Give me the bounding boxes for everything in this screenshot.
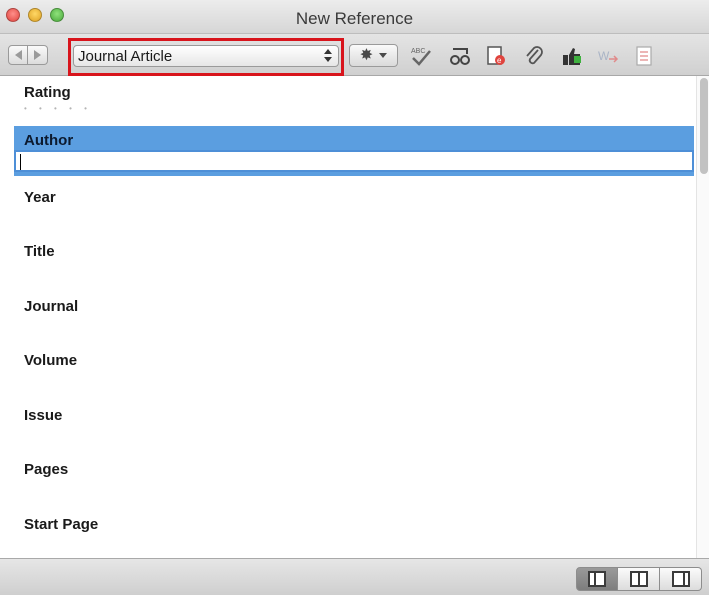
scrollbar-thumb[interactable]: [700, 78, 708, 174]
issue-label[interactable]: Issue: [24, 407, 62, 424]
attach-file-button[interactable]: [522, 44, 546, 68]
pages-label[interactable]: Pages: [24, 461, 68, 478]
author-label: Author: [24, 132, 74, 149]
layout-left-pane-button[interactable]: [576, 567, 618, 591]
rating-stars[interactable]: • • • • •: [24, 104, 92, 113]
gear-icon: ✸: [359, 46, 374, 64]
author-field-selected: Author: [14, 126, 694, 176]
svg-text:W: W: [598, 49, 610, 63]
spell-check-icon: ABC: [411, 48, 431, 66]
open-url-icon: e: [487, 46, 505, 65]
attach-file-icon: [526, 46, 543, 65]
back-button[interactable]: [8, 45, 28, 65]
find-full-text-button[interactable]: [448, 44, 472, 68]
layout-middle-pane-icon: [629, 571, 648, 587]
forward-button[interactable]: [28, 45, 48, 65]
bottom-bar: [0, 558, 709, 595]
spell-check-button[interactable]: ABC: [409, 44, 433, 68]
start-page-label[interactable]: Start Page: [24, 516, 98, 533]
svg-text:e: e: [497, 56, 502, 65]
reference-type-select[interactable]: Journal Article: [73, 45, 339, 67]
select-arrows-icon: [324, 49, 332, 63]
word-icon: W: [598, 49, 619, 63]
title-label[interactable]: Title: [24, 243, 55, 260]
layout-right-pane-icon: [671, 571, 690, 587]
chevron-down-icon: [379, 53, 388, 58]
year-label[interactable]: Year: [24, 189, 56, 206]
toolbar: Journal Article ✸ ABC e W: [0, 34, 709, 76]
cite-in-word-button[interactable]: W: [596, 44, 620, 68]
layout-switcher: [576, 567, 702, 591]
author-input[interactable]: [14, 150, 694, 172]
open-url-button[interactable]: e: [484, 44, 508, 68]
volume-label[interactable]: Volume: [24, 352, 77, 369]
layout-left-pane-icon: [588, 571, 606, 587]
reference-type-value: Journal Article: [78, 48, 173, 65]
notes-button[interactable]: [632, 44, 656, 68]
vertical-scrollbar[interactable]: [696, 76, 709, 558]
actions-menu-button[interactable]: ✸: [349, 44, 398, 67]
rating-label: Rating: [24, 84, 71, 101]
text-caret: [20, 154, 21, 171]
navigation-buttons: [8, 45, 48, 65]
layout-middle-pane-button[interactable]: [618, 567, 660, 591]
reference-fields-pane: Rating • • • • • Author Year Title Journ…: [0, 76, 709, 558]
forward-arrow-icon: [34, 50, 41, 60]
layout-right-pane-button[interactable]: [660, 567, 702, 591]
title-bar: New Reference: [0, 0, 709, 34]
notes-list-icon: [636, 46, 652, 66]
thumbs-up-icon: [563, 48, 581, 65]
svg-text:ABC: ABC: [411, 48, 425, 55]
find-full-text-icon: [450, 48, 470, 65]
recommend-button[interactable]: [560, 44, 584, 68]
back-arrow-icon: [14, 50, 22, 60]
new-reference-window: New Reference Journal Article ✸ ABC e W …: [0, 0, 709, 595]
window-title: New Reference: [295, 9, 414, 28]
journal-label[interactable]: Journal: [24, 298, 78, 315]
